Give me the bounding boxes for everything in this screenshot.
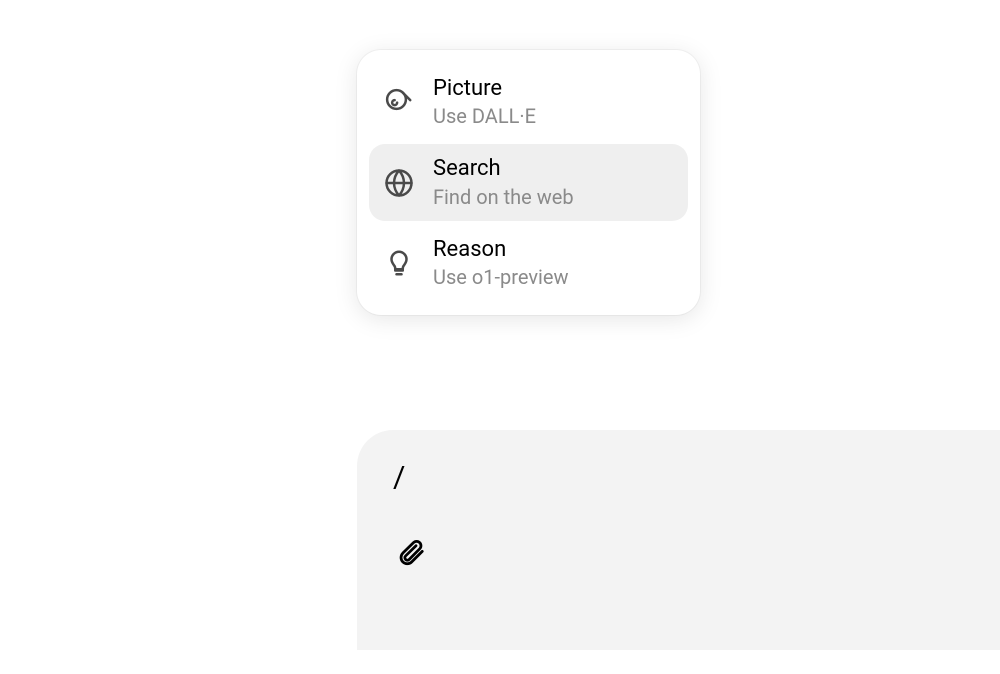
attach-button[interactable] (393, 536, 429, 572)
menu-item-text: Reason Use o1-preview (433, 237, 569, 289)
menu-item-subtitle: Use o1-preview (433, 265, 569, 289)
menu-item-text: Search Find on the web (433, 156, 574, 208)
menu-item-subtitle: Find on the web (433, 185, 574, 209)
globe-icon (383, 167, 415, 199)
input-toolbar (393, 536, 964, 572)
brush-icon (383, 86, 415, 118)
menu-item-search[interactable]: Search Find on the web (369, 144, 688, 220)
message-input-area: / (357, 430, 1000, 650)
menu-item-title: Picture (433, 76, 536, 102)
menu-item-picture[interactable]: Picture Use DALL·E (369, 64, 688, 140)
menu-item-title: Reason (433, 237, 569, 263)
paperclip-icon (396, 537, 426, 571)
lightbulb-icon (383, 247, 415, 279)
menu-item-reason[interactable]: Reason Use o1-preview (369, 225, 688, 301)
menu-item-subtitle: Use DALL·E (433, 104, 536, 128)
menu-item-text: Picture Use DALL·E (433, 76, 536, 128)
message-input[interactable]: / (393, 460, 964, 496)
command-popup-menu: Picture Use DALL·E Search Find on the we… (357, 50, 700, 315)
menu-item-title: Search (433, 156, 574, 182)
